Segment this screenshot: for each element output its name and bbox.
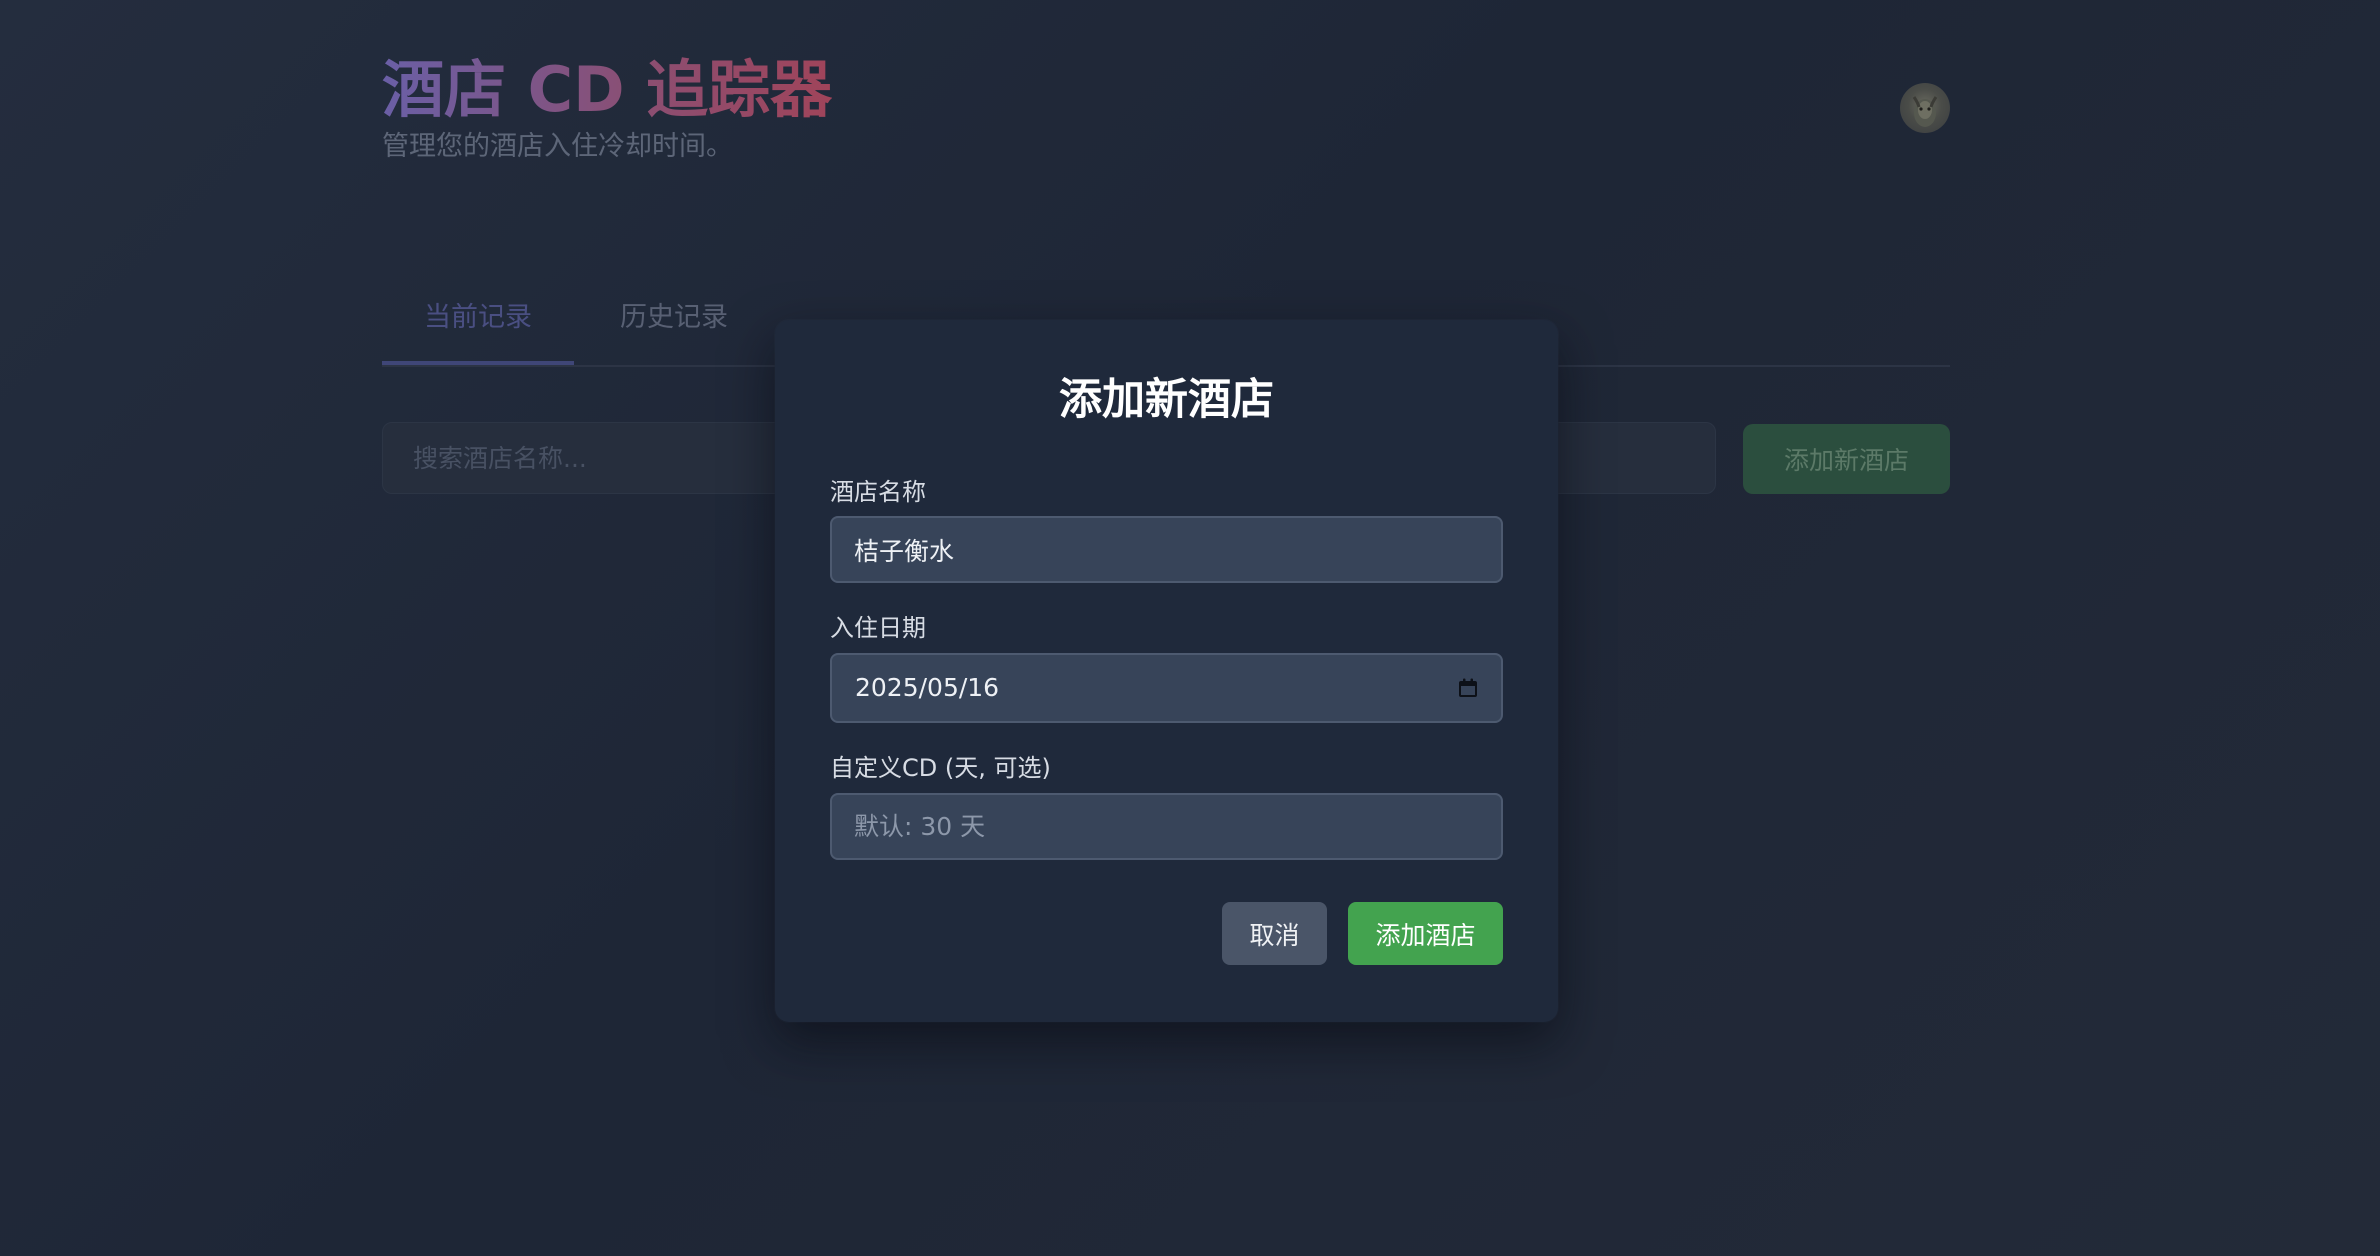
hotel-name-label: 酒店名称 xyxy=(830,478,926,506)
checkin-date-label: 入住日期 xyxy=(830,614,926,642)
modal-title: 添加新酒店 xyxy=(1059,375,1274,425)
custom-cd-input[interactable] xyxy=(830,793,1503,860)
cancel-button[interactable]: 取消 xyxy=(1222,902,1327,965)
checkin-date-value: 2025/05/16 xyxy=(855,673,1000,702)
hotel-name-input[interactable] xyxy=(830,516,1503,583)
calendar-icon[interactable] xyxy=(1457,677,1479,699)
custom-cd-label: 自定义CD (天, 可选) xyxy=(830,754,1051,782)
add-hotel-button[interactable]: 添加酒店 xyxy=(1348,902,1503,965)
add-hotel-modal: 添加新酒店 酒店名称 入住日期 2025/05/16 自定义CD (天, 可选)… xyxy=(775,320,1558,1022)
checkin-date-input[interactable]: 2025/05/16 xyxy=(830,653,1503,723)
